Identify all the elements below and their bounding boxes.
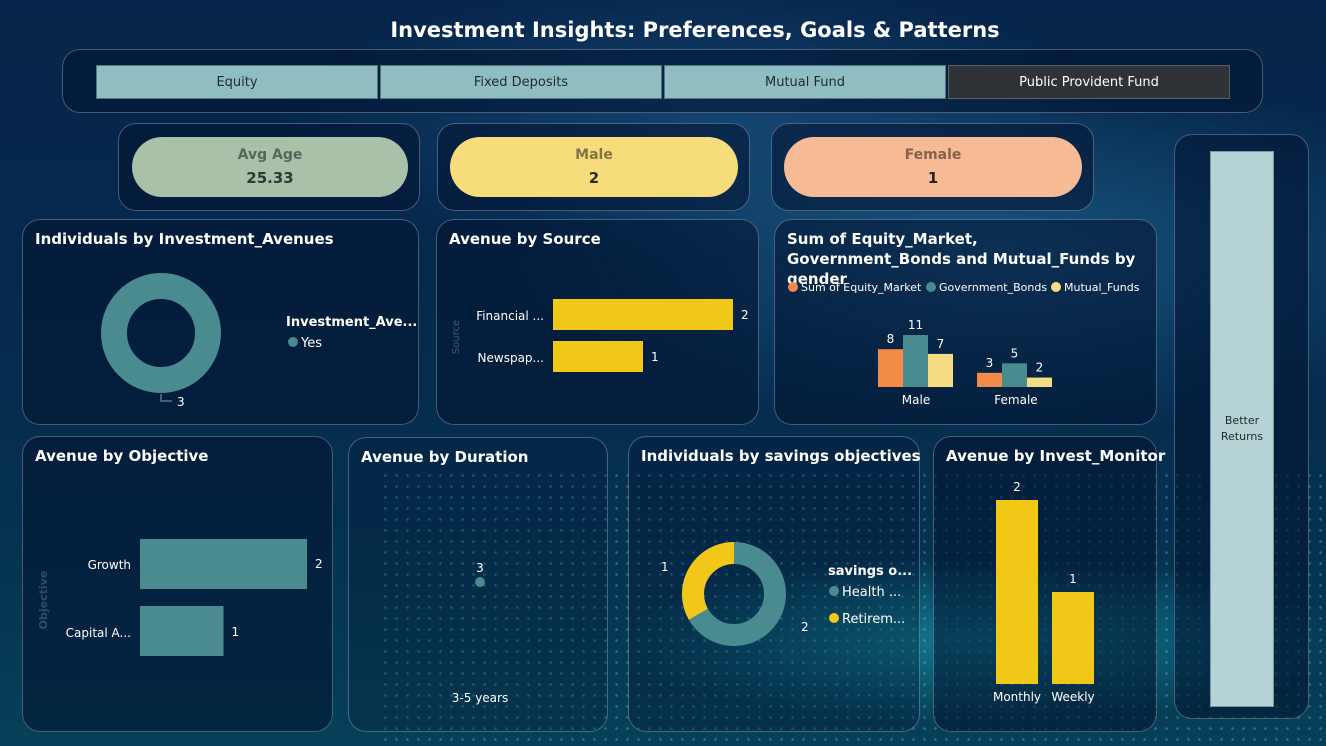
gender-bar-0-0[interactable] [878,349,903,387]
legend-item-retirement[interactable]: Retirem... [842,612,905,627]
objective-cat-label-1: Capital A... [66,626,131,640]
avenue-duration-chart: 3 3-5 years [452,561,508,705]
legend-item-equity[interactable]: Sum of Equity_Market [801,281,922,294]
source-bar-1[interactable] [553,341,643,372]
invest-monitor-chart: 2 1 Monthly Weekly [993,480,1095,704]
gender-value-label-1-0: 3 [986,356,994,370]
tab-public-provident-fund[interactable]: Public Provident Fund [948,65,1230,99]
female-card: Female 1 [784,137,1082,197]
tab-fixed-deposits[interactable]: Fixed Deposits [380,65,662,99]
donut-value-label-health: 2 [801,620,809,634]
gender-bar-1-2[interactable] [1027,377,1052,387]
donut-leader-line [160,394,172,402]
source-value-label-1: 1 [651,350,659,364]
legend-item-funds[interactable]: Mutual_Funds [1064,281,1140,294]
gender-cat-label-1: Female [994,393,1037,407]
page-title: Investment Insights: Preferences, Goals … [390,18,1000,42]
legend-item-bonds[interactable]: Government_Bonds [939,281,1047,294]
male-card: Male 2 [450,137,738,197]
legend-marker-bonds [926,282,936,292]
monitor-bar-1[interactable] [1052,592,1094,684]
source-axis-label: Source [451,320,462,354]
gender-value-label-0-1: 11 [908,318,923,332]
legend-marker-funds [1051,282,1061,292]
source-cat-label-0: Financial ... [476,309,544,323]
investment-avenues-chart: 3 Investment_Ave... Yes [101,273,417,409]
duration-value-label-0: 3 [476,561,484,575]
objective-cat-label-0: Growth [88,558,131,572]
duration-point-0[interactable] [475,577,485,587]
legend-title: Investment_Ave... [286,315,417,330]
savings-objectives-chart: 1 2 savings o... Health ... Retirem... [661,542,912,646]
male-label: Male [575,147,613,163]
legend-item-yes[interactable]: Yes [300,336,322,351]
gender-bar-1-1[interactable] [1002,363,1027,387]
monitor-cat-label-1: Weekly [1051,690,1094,704]
monitor-cat-label-0: Monthly [993,690,1041,704]
tab-mutual-fund[interactable]: Mutual Fund [664,65,946,99]
gender-value-label-0-0: 8 [887,332,895,346]
avenue-source-chart: Source Financial ... Newspap... 2 1 [451,299,749,372]
legend-marker-equity [788,282,798,292]
better-returns-label: Better Returns [1220,414,1264,443]
legend-marker-retirement [829,613,839,623]
gender-bar-0-1[interactable] [903,335,928,387]
objective-value-label-1: 1 [232,625,240,639]
monitor-value-label-0: 2 [1013,480,1021,494]
gender-bar-0-2[interactable] [928,353,953,387]
objective-value-label-0: 2 [315,557,323,571]
monitor-bar-0[interactable] [996,500,1038,684]
tab-equity[interactable]: Equity [96,65,378,99]
avenue-objective-chart: Objective Growth Capital A... 2 1 [37,539,323,656]
legend-item-health[interactable]: Health ... [842,585,901,600]
gender-value-label-1-1: 5 [1011,346,1019,360]
female-value: 1 [927,169,939,187]
gender-value-label-0-2: 7 [937,337,945,351]
avg-age-card: Avg Age 25.33 [132,137,408,197]
better-returns-card[interactable]: Better Returns [1210,151,1274,707]
legend-marker-health [829,586,839,596]
objective-bar-1[interactable] [140,606,224,656]
gender-value-label-1-2: 2 [1036,361,1044,375]
donut-slice-yes[interactable] [101,273,221,393]
duration-cat-label-0: 3-5 years [452,691,508,705]
male-value: 2 [588,169,600,187]
donut-value-label: 3 [177,395,185,409]
monitor-value-label-1: 1 [1069,572,1077,586]
savings-legend-title: savings o... [828,564,912,579]
legend-marker-yes [288,337,298,347]
source-value-label-0: 2 [741,308,749,322]
gender-sum-chart: Sum of Equity_Market Government_Bonds Mu… [788,281,1140,407]
objective-bar-0[interactable] [140,539,307,589]
avg-age-label: Avg Age [237,147,303,163]
source-cat-label-1: Newspap... [478,351,544,365]
gender-bar-1-0[interactable] [977,372,1002,387]
gender-cat-label-0: Male [902,393,930,407]
donut-value-label-retirement: 1 [661,560,669,574]
source-bar-0[interactable] [553,299,733,330]
objective-axis-label: Objective [37,571,50,630]
female-label: Female [904,147,962,163]
avg-age-value: 25.33 [246,169,294,187]
